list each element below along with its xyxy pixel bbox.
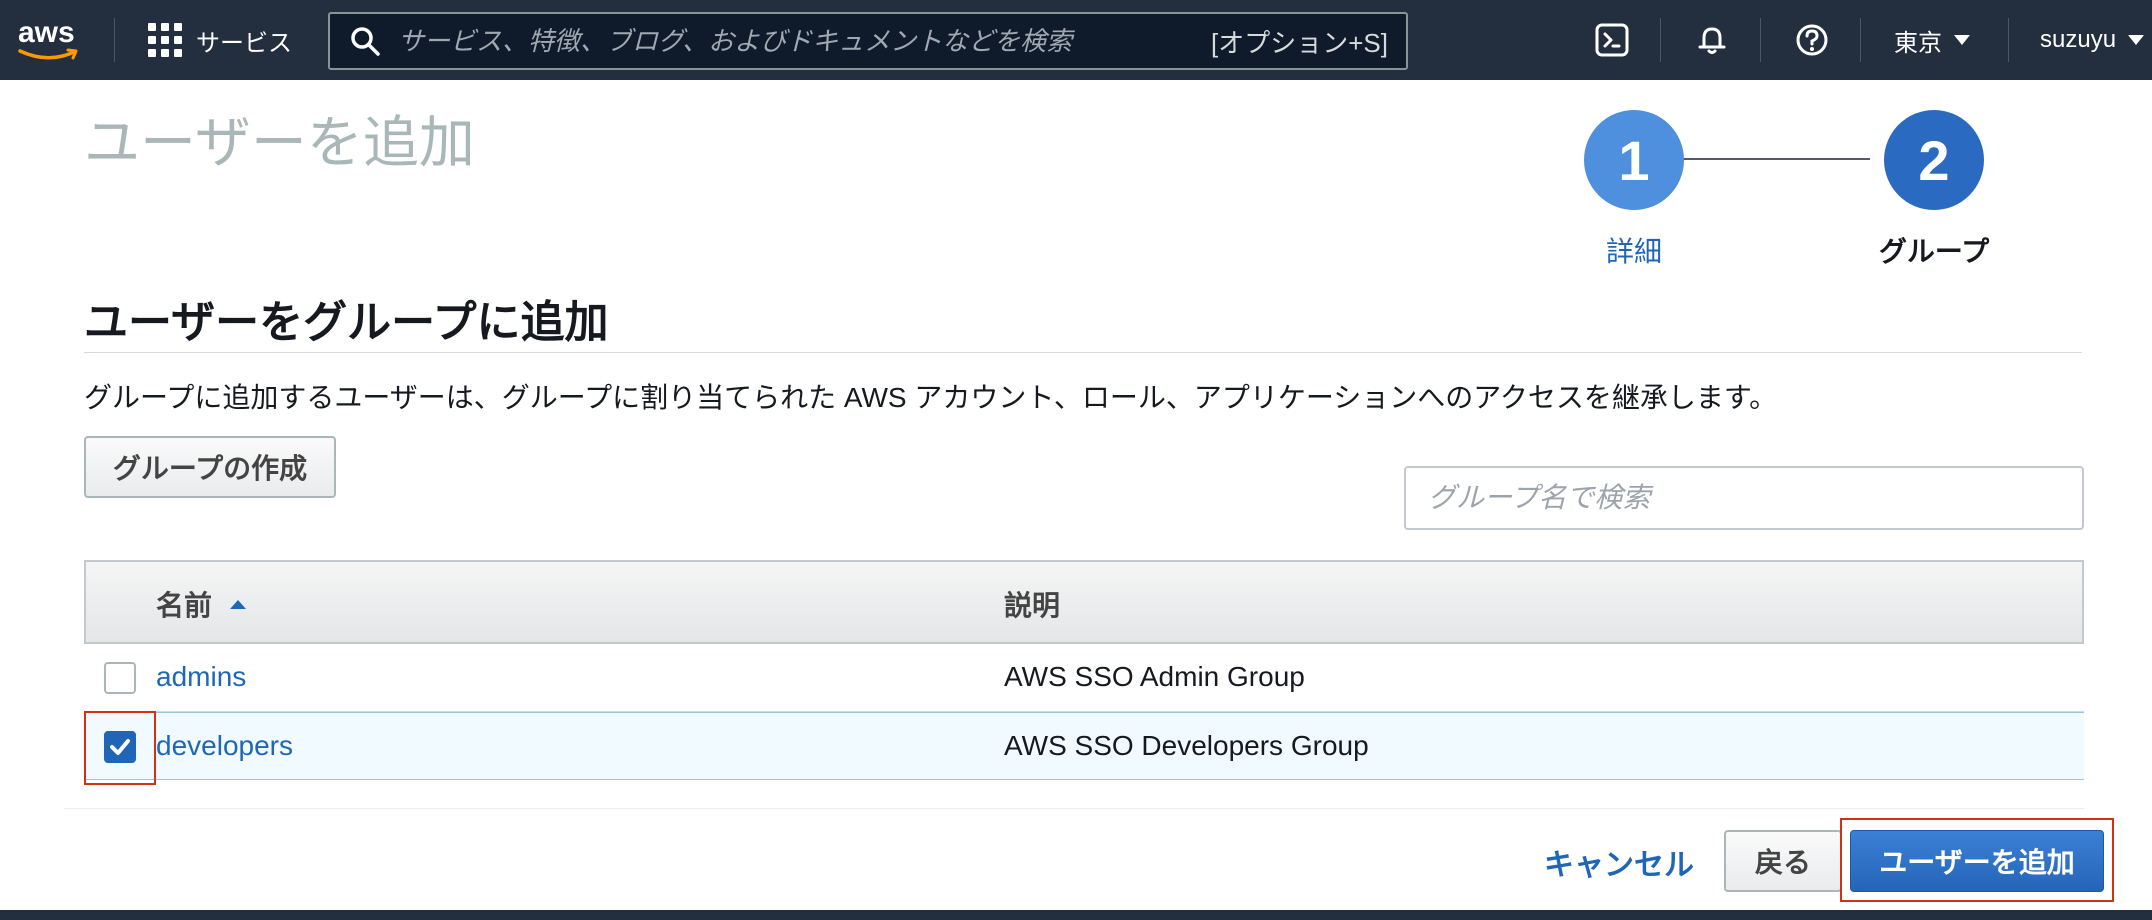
table-header: 名前 説明 bbox=[84, 560, 2084, 644]
nav-separator bbox=[114, 18, 115, 62]
checkmark-icon bbox=[110, 739, 130, 755]
section-description: グループに追加するユーザーは、グループに割り当てられた AWS アカウント、ロー… bbox=[84, 382, 1778, 413]
table-row[interactable]: developers AWS SSO Developers Group bbox=[84, 711, 2084, 785]
cancel-link[interactable]: キャンセル bbox=[1544, 840, 1694, 884]
add-user-button[interactable]: ユーザーを追加 bbox=[1850, 830, 2104, 892]
group-name-link[interactable]: developers bbox=[156, 730, 293, 762]
aws-smile-icon bbox=[18, 48, 78, 60]
bell-icon[interactable] bbox=[1692, 20, 1732, 60]
help-icon[interactable] bbox=[1792, 20, 1832, 60]
nav-separator bbox=[1860, 18, 1861, 62]
column-header-description: 説明 bbox=[1004, 590, 1061, 621]
sort-ascending-icon bbox=[230, 600, 247, 609]
footer-divider bbox=[64, 808, 2084, 809]
groups-table: 名前 説明 admins AWS SSO Admin Group develop… bbox=[84, 560, 2084, 785]
grid-icon bbox=[148, 23, 182, 57]
search-shortcut-hint: [オプション+S] bbox=[1211, 27, 1388, 58]
user-menu[interactable]: suzuyu bbox=[2040, 22, 2145, 58]
services-label: サービス bbox=[196, 29, 292, 57]
column-header-name-label: 名前 bbox=[156, 590, 213, 621]
bottom-bar bbox=[0, 910, 2152, 920]
stepper-connector bbox=[1670, 158, 1870, 160]
cloudshell-icon[interactable] bbox=[1592, 20, 1632, 60]
user-label: suzuyu bbox=[2040, 26, 2117, 53]
nav-separator bbox=[1660, 18, 1661, 62]
submit-highlight: ユーザーを追加 bbox=[1840, 818, 2114, 902]
group-description: AWS SSO Developers Group bbox=[1004, 730, 1369, 761]
create-group-button[interactable]: グループの作成 bbox=[84, 436, 336, 498]
nav-separator bbox=[2008, 18, 2009, 62]
caret-down-icon bbox=[1954, 35, 1970, 45]
wizard-stepper: 1 2 詳細 グループ bbox=[1570, 106, 2010, 276]
row-checkbox[interactable] bbox=[104, 662, 136, 694]
column-header-name[interactable]: 名前 bbox=[156, 584, 248, 624]
nav-separator bbox=[1760, 18, 1761, 62]
group-search-input[interactable] bbox=[1404, 466, 2084, 530]
step-2-circle: 2 bbox=[1884, 110, 1984, 210]
step-2-label: グループ bbox=[1878, 236, 1990, 267]
region-selector[interactable]: 東京 bbox=[1894, 22, 1970, 58]
table-row[interactable]: admins AWS SSO Admin Group bbox=[84, 644, 2084, 712]
step-1-label[interactable]: 詳細 bbox=[1554, 230, 1714, 270]
group-description: AWS SSO Admin Group bbox=[1004, 661, 1305, 692]
services-menu[interactable]: サービス bbox=[148, 18, 292, 62]
global-search-input[interactable] bbox=[398, 25, 1212, 57]
page-title: ユーザーを追加 bbox=[84, 111, 475, 174]
back-button[interactable]: 戻る bbox=[1724, 830, 1842, 892]
section-divider bbox=[84, 352, 2082, 353]
search-icon bbox=[351, 27, 380, 56]
global-search[interactable]: [オプション+S] bbox=[328, 12, 1408, 70]
step-1-circle[interactable]: 1 bbox=[1584, 110, 1684, 210]
section-heading: ユーザーをグループに追加 bbox=[84, 298, 609, 347]
aws-logo[interactable]: aws bbox=[18, 16, 84, 64]
region-label: 東京 bbox=[1894, 29, 1942, 57]
aws-logo-text: aws bbox=[18, 16, 75, 49]
row-checkbox[interactable] bbox=[104, 731, 136, 763]
top-navigation-bar: aws サービス [オプション+S] bbox=[0, 0, 2152, 80]
caret-down-icon bbox=[2128, 35, 2145, 45]
group-name-link[interactable]: admins bbox=[156, 661, 246, 693]
